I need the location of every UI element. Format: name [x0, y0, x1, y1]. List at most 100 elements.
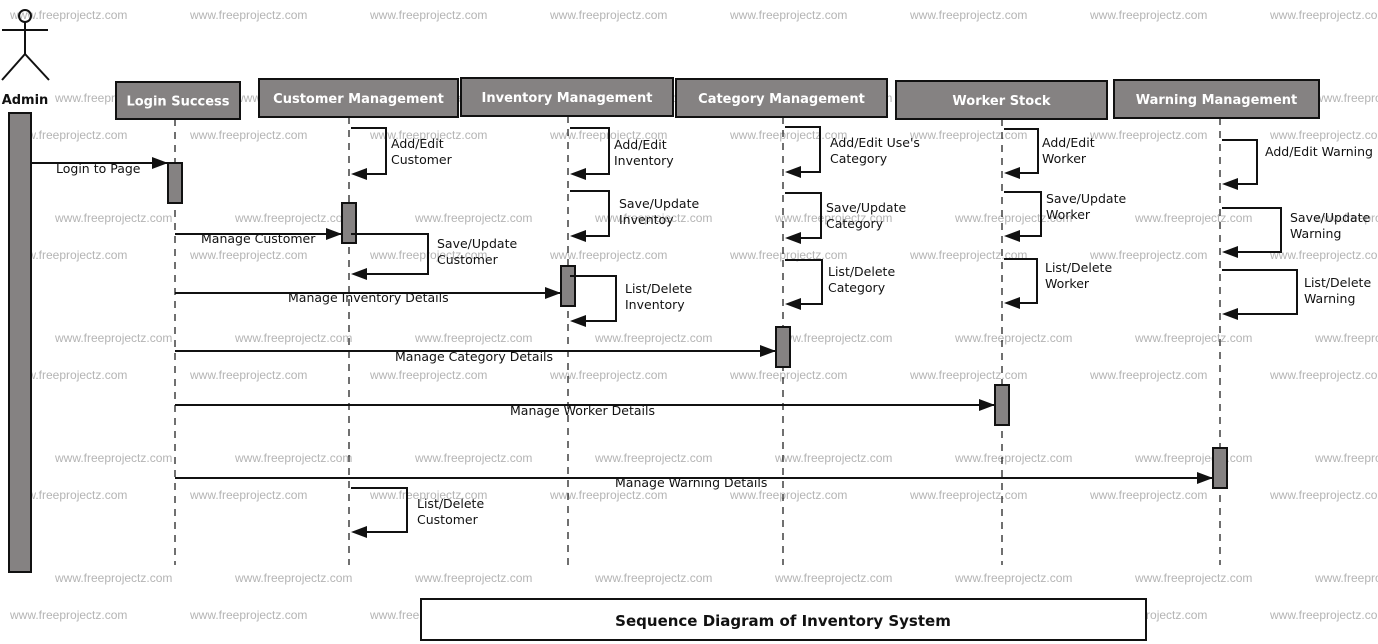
arrowhead-icon: [1197, 472, 1213, 484]
participant-label: Inventory Management: [482, 91, 653, 106]
self-message-label: Worker: [1046, 207, 1091, 222]
watermark-text: www.freeprojectz.com: [954, 451, 1072, 465]
actor-label: Admin: [2, 93, 49, 108]
watermark-text: www.freeprojectz.com: [1314, 91, 1378, 105]
watermark-text: www.freeprojectz.com: [54, 571, 172, 585]
self-message-label: Save/Update: [1290, 210, 1370, 225]
watermark-text: www.freeprojectz.com: [234, 211, 352, 225]
message-warning: Manage Warning Details: [175, 472, 1213, 490]
watermark-text: www.freeprojectz.com: [954, 571, 1072, 585]
participant-header-layer: Login Success Customer Management Inventor…: [115, 77, 1320, 120]
self-message-category: List/DeleteCategory: [785, 259, 895, 310]
activation-bar-warning: [1212, 447, 1228, 489]
arrowhead-icon: [570, 230, 586, 242]
arrowhead-icon: [1004, 167, 1020, 179]
self-message-label: Warning: [1304, 291, 1355, 306]
watermark-text: www.freeprojectz.com: [1269, 368, 1378, 382]
watermark-text: www.freeprojectz.com: [729, 488, 847, 502]
self-message-loop: [785, 259, 823, 305]
self-message-label: Save/Update: [619, 196, 699, 211]
watermark-text: www.freeprojectz.com: [54, 331, 172, 345]
watermark-text: www.freeprojectz.com: [414, 331, 532, 345]
watermark-text: www.freeprojectz.com: [594, 571, 712, 585]
watermark-text: www.freeprojectz.com: [189, 488, 307, 502]
self-message-label: List/Delete: [1045, 260, 1112, 275]
self-message-label: Inventoy: [619, 212, 674, 227]
participant-worker: Worker Stock: [895, 80, 1108, 120]
watermark-text: www.freeprojectz.com: [1314, 451, 1378, 465]
watermark-text: www.freeprojectz.com: [234, 571, 352, 585]
watermark-text: www.freeprojectz.com: [189, 248, 307, 262]
arrowhead-icon: [979, 399, 995, 411]
self-message-label: Save/Update: [826, 200, 906, 215]
watermark-text: www.freeprojectz.com: [774, 451, 892, 465]
sequence-diagram: www.freeprojectz.com www.freeprojectz.com…: [1, 8, 1378, 641]
watermark-text: www.freeprojectz.com: [1089, 8, 1207, 22]
self-message-label: Category: [830, 151, 888, 166]
self-message-label: Add/Edit: [614, 137, 667, 152]
arrowhead-icon: [760, 345, 776, 357]
watermark-text: www.freeprojectz.com: [54, 451, 172, 465]
arrowhead-icon: [570, 168, 586, 180]
self-message-label: List/Delete: [1304, 275, 1371, 290]
self-message-label: List/Delete: [417, 496, 484, 511]
self-message-label: Add/Edit Warning: [1265, 144, 1373, 159]
watermark-text: www.freeprojectz.com: [909, 128, 1027, 142]
watermark-text: www.freeprojectz.com: [1089, 128, 1207, 142]
watermark-text: www.freeprojectz.com: [774, 571, 892, 585]
message-worker: Manage Worker Details: [175, 399, 995, 418]
arrowhead-icon: [1222, 178, 1238, 190]
message-label: Login to Page: [56, 161, 141, 176]
watermark-text: www.freeprojectz.com: [189, 128, 307, 142]
watermark-text: www.freeprojectz.com: [909, 488, 1027, 502]
message-label: Manage Worker Details: [510, 403, 655, 418]
self-message-loop: [1004, 258, 1038, 304]
self-message-warning: Add/Edit Warning: [1222, 139, 1373, 190]
arrowhead-icon: [1004, 230, 1020, 242]
message-label: Manage Warning Details: [615, 475, 767, 490]
diagram-title-text: Sequence Diagram of Inventory System: [615, 612, 951, 630]
watermark-text: www.freeprojectz.com: [594, 331, 712, 345]
self-message-label: Add/Edit Use's: [830, 135, 920, 150]
watermark-text: www.freeprojectz.com: [369, 368, 487, 382]
self-message-label: Customer: [417, 512, 479, 527]
watermark-text: www.freeprojectz.com: [369, 8, 487, 22]
watermark-text: www.freeprojectz.com: [549, 8, 667, 22]
self-message-label: Add/Edit: [1042, 135, 1095, 150]
arrowhead-icon: [326, 228, 342, 240]
watermark-text: www.freeprojectz.com: [909, 368, 1027, 382]
self-message-label: Category: [828, 280, 886, 295]
self-message-label: Warning: [1290, 226, 1341, 241]
watermark-text: www.freeprojectz.com: [414, 451, 532, 465]
watermark-text: www.freeprojectz.com: [414, 211, 532, 225]
participant-label: Worker Stock: [952, 94, 1050, 109]
self-message-label: Inventory: [614, 153, 674, 168]
arrowhead-icon: [1004, 297, 1020, 309]
watermark-text: www.freeprojectz.com: [1089, 488, 1207, 502]
participant-label: Customer Management: [273, 92, 444, 107]
watermark-text: www.freeprojectz.com: [414, 571, 532, 585]
watermark-text: www.freeprojectz.com: [1134, 451, 1252, 465]
watermark-text: www.freeprojectz.com: [1269, 248, 1378, 262]
arrowhead-icon: [545, 287, 561, 299]
self-message-label: List/Delete: [828, 264, 895, 279]
watermark-text: www.freeprojectz.com: [594, 451, 712, 465]
watermark-text: www.freeprojectz.com: [1269, 128, 1378, 142]
participant-label: Category Management: [698, 92, 865, 107]
watermark-text: www.freeprojectz.com: [549, 488, 667, 502]
watermark-text: www.freeprojectz.com: [1134, 571, 1252, 585]
watermark-text: www.freeprojectz.com: [54, 211, 172, 225]
diagram-title: Sequence Diagram of Inventory System: [420, 598, 1147, 641]
watermark-text: www.freeprojectz.com: [549, 248, 667, 262]
watermark-text: www.freeprojectz.com: [1314, 571, 1378, 585]
self-message-label: Save/Update: [437, 236, 517, 251]
watermark-text: www.freeprojectz.com: [909, 8, 1027, 22]
self-message-warning: List/DeleteWarning: [1222, 269, 1371, 320]
self-message-loop: [1222, 139, 1258, 185]
self-message-label: Save/Update: [1046, 191, 1126, 206]
self-message-label: Customer: [437, 252, 499, 267]
self-message-customer: Add/EditCustomer: [351, 127, 453, 180]
watermark-text: www.freeprojectz.com: [1269, 608, 1378, 622]
watermark-text: www.freeprojectz.com: [189, 608, 307, 622]
watermark-text: www.freeprojectz.com: [189, 8, 307, 22]
